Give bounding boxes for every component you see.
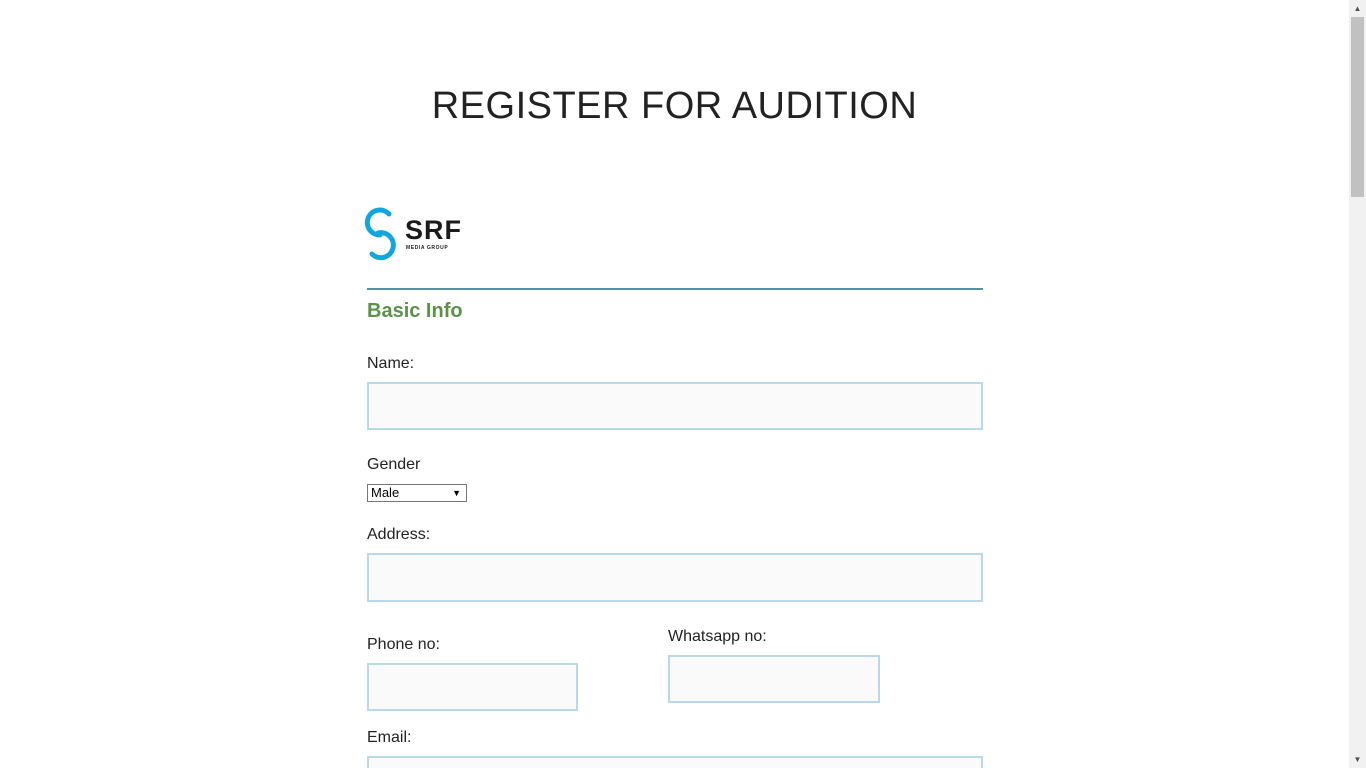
whatsapp-label: Whatsapp no:: [668, 628, 767, 645]
gender-selected-value: Male: [371, 485, 400, 500]
email-label: Email:: [367, 729, 412, 746]
scrollbar-thumb[interactable]: [1351, 17, 1364, 197]
address-input[interactable]: [367, 553, 983, 602]
gender-select[interactable]: Male ▼: [367, 484, 467, 502]
logo-subtext: MEDIA GROUP: [406, 245, 449, 251]
vertical-scrollbar[interactable]: ▲ ▼: [1349, 0, 1366, 768]
logo-wordmark: SRF: [405, 215, 462, 245]
gender-label: Gender: [367, 456, 421, 473]
page: REGISTER FOR AUDITION SRF MEDIA GROUP Ba…: [0, 0, 1366, 768]
header-divider: [367, 288, 983, 290]
name-label: Name:: [367, 355, 415, 372]
srf-logo: SRF MEDIA GROUP: [364, 207, 469, 263]
scroll-down-arrow-icon[interactable]: ▼: [1349, 751, 1366, 768]
section-title-basic-info: Basic Info: [367, 300, 463, 322]
email-input[interactable]: [367, 756, 983, 768]
dropdown-arrow-icon: ▼: [452, 488, 461, 498]
page-title: REGISTER FOR AUDITION: [431, 85, 918, 127]
name-input[interactable]: [367, 382, 983, 430]
phone-input[interactable]: [367, 663, 578, 711]
phone-label: Phone no:: [367, 636, 440, 653]
srf-logo-mark: [364, 207, 396, 261]
scroll-up-arrow-icon[interactable]: ▲: [1349, 0, 1366, 17]
whatsapp-input[interactable]: [668, 655, 880, 703]
address-label: Address:: [367, 526, 431, 543]
